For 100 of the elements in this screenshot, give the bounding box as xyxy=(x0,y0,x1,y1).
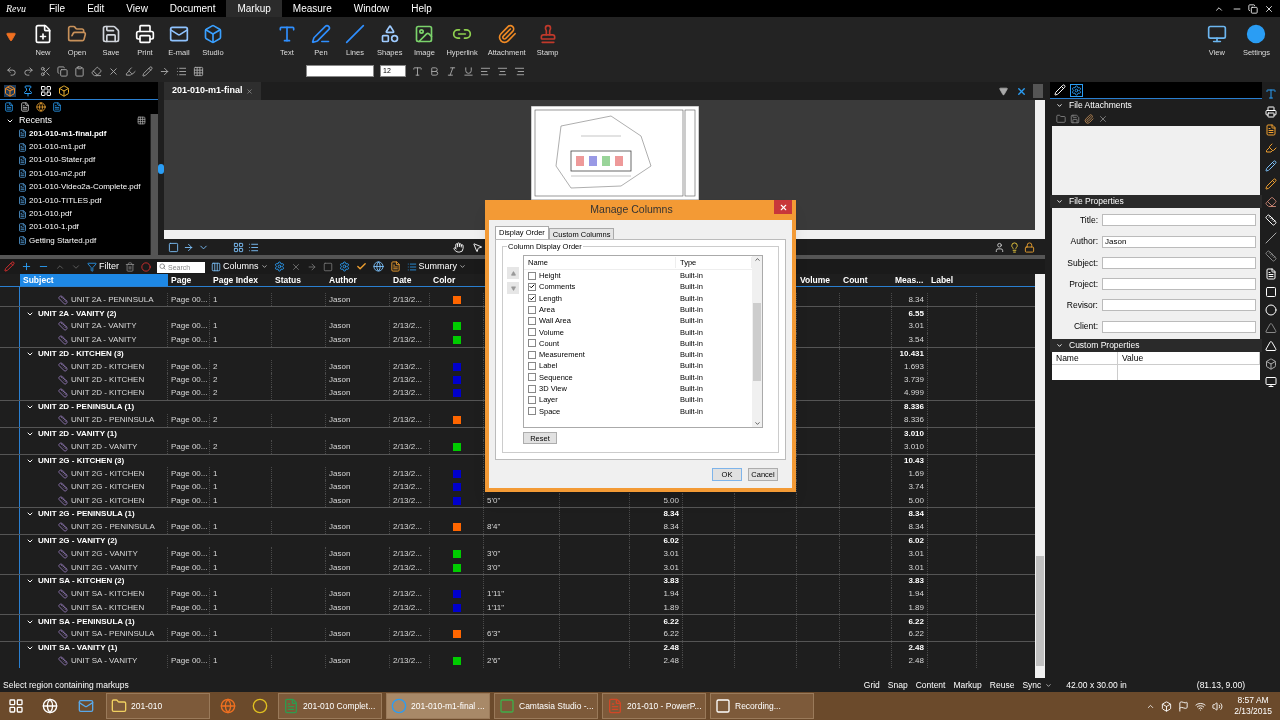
menu-item[interactable]: Help xyxy=(400,0,443,17)
value-cell: 1.94 xyxy=(663,588,679,601)
group-label: UNIT 2D - PENINSULA (1) xyxy=(38,401,135,414)
page-index-cell: 1 xyxy=(213,561,218,574)
subject-cell: UNIT 2A - VANITY xyxy=(71,320,137,333)
status-toggle[interactable]: Content xyxy=(911,678,950,692)
page-index-cell: 1 xyxy=(213,467,218,480)
author-cell: Jason xyxy=(329,414,351,427)
taskbar-button[interactable]: Recording... xyxy=(710,693,814,719)
measurement-cell: 3.010 xyxy=(903,428,924,441)
subject-cell: UNIT 2A - PENINSULA xyxy=(71,293,154,306)
column-header[interactable]: Date xyxy=(390,274,415,286)
length-cell: 8'4" xyxy=(487,521,501,534)
measurement-cell: 1.94 xyxy=(908,588,924,601)
date-cell: 2/13/2... xyxy=(393,588,422,601)
author-cell: Jason xyxy=(329,521,351,534)
author-cell: Jason xyxy=(329,387,351,400)
menu-item[interactable]: Document xyxy=(158,0,227,17)
subject-cell: UNIT 2G - KITCHEN xyxy=(71,467,145,480)
subject-cell: UNIT 2G - VANITY xyxy=(71,561,138,574)
field-label: Client: xyxy=(1072,320,1098,333)
recent-file[interactable]: 201-010.pdf xyxy=(29,208,72,221)
group-label: UNIT 2D - KITCHEN (3) xyxy=(38,347,124,360)
subject-cell: UNIT 2G - KITCHEN xyxy=(71,494,145,507)
taskbar-button[interactable]: 201-010 xyxy=(106,693,210,719)
measurement-cell: 8.336 xyxy=(903,414,924,427)
group-label: UNIT 2D - VANITY (1) xyxy=(38,428,117,441)
group-label: UNIT 2G - PENINSULA (1) xyxy=(38,508,135,521)
page-index-cell: 1 xyxy=(213,655,218,668)
group-label: UNIT 2A - VANITY (2) xyxy=(38,307,117,320)
menu-item[interactable]: View xyxy=(115,0,159,17)
page-index-cell: 1 xyxy=(213,333,218,346)
status-toggle[interactable]: Markup xyxy=(949,678,986,692)
measurement-cell: 5.00 xyxy=(908,494,924,507)
recent-file[interactable]: 201-010-m2.pdf xyxy=(29,167,86,180)
taskbar-button[interactable]: Camtasia Studio -... xyxy=(494,693,598,719)
section-title: File Attachments xyxy=(1069,98,1132,112)
recent-file[interactable]: 201-010-m1.pdf xyxy=(29,141,86,154)
group-label: UNIT 2G - KITCHEN (3) xyxy=(38,454,125,467)
recent-file[interactable]: 201-010-Video2a-Complete.pdf xyxy=(29,181,141,194)
field-label: Subject: xyxy=(1066,256,1098,270)
measurement-cell: 4.999 xyxy=(903,387,924,400)
column-header[interactable]: Author xyxy=(326,274,360,286)
menu-item[interactable]: Edit xyxy=(76,0,116,17)
value-cell: 3.83 xyxy=(663,575,679,588)
date-cell: 2/13/2... xyxy=(393,441,422,453)
field-label: Project: xyxy=(1068,277,1098,291)
column-header[interactable]: Count xyxy=(840,274,871,286)
recent-file[interactable]: Getting Started.pdf xyxy=(29,234,97,247)
recent-file[interactable]: 201-010-Stater.pdf xyxy=(29,154,96,167)
author-cell: Jason xyxy=(329,293,351,306)
measurement-cell: 10.431 xyxy=(899,347,924,360)
field-label: Title: xyxy=(1078,214,1098,227)
value-cell: 6.02 xyxy=(663,535,679,548)
status-toggle[interactable]: Snap xyxy=(883,678,912,692)
status-toggle[interactable]: Reuse xyxy=(985,678,1019,692)
author-cell: Jason xyxy=(329,628,351,641)
page-index-cell: 1 xyxy=(213,628,218,641)
column-header[interactable]: Subject xyxy=(20,274,168,286)
clock-date: 2/13/2015 xyxy=(1234,706,1272,717)
document-tab[interactable]: 201-010-m1-final xyxy=(164,82,261,100)
measurement-cell: 1.693 xyxy=(903,360,924,373)
column-header[interactable]: Page xyxy=(168,274,195,286)
columns-button[interactable]: Columns xyxy=(223,259,259,274)
summary-button[interactable]: Summary xyxy=(418,259,458,274)
measurement-cell: 8.34 xyxy=(908,293,924,306)
column-header[interactable]: Color xyxy=(430,274,459,286)
menu-item[interactable]: Markup xyxy=(226,0,282,17)
recent-file[interactable]: 201-010-m1-final.pdf xyxy=(29,127,107,140)
text-field[interactable]: Jason xyxy=(1102,235,1256,248)
taskbar-button[interactable]: 201-010 Complet... xyxy=(278,693,382,719)
page-index-cell: 1 xyxy=(213,481,218,494)
status-toggle[interactable]: Sync xyxy=(1018,678,1046,692)
measurement-cell: 3.01 xyxy=(908,320,924,333)
filter-button[interactable]: Filter xyxy=(99,259,119,274)
recent-file[interactable]: 201-010-1.pdf xyxy=(29,221,79,234)
date-cell: 2/13/2... xyxy=(393,333,422,346)
author-cell: Jason xyxy=(329,548,351,561)
status-toggle[interactable]: Grid xyxy=(859,678,884,692)
recent-file[interactable]: 201-010-TITLES.pdf xyxy=(29,194,102,207)
column-header[interactable]: Volume xyxy=(797,274,834,286)
column-header[interactable]: Value xyxy=(1118,352,1260,364)
column-header[interactable]: Meas... xyxy=(892,274,927,286)
page-cell: Page 00... xyxy=(171,293,208,306)
column-header[interactable]: Name xyxy=(1052,352,1118,364)
column-header[interactable]: Page Index xyxy=(210,274,261,286)
menu-item[interactable]: File xyxy=(38,0,77,17)
page-index-cell: 1 xyxy=(213,320,218,333)
column-header[interactable]: Label xyxy=(928,274,957,286)
date-cell: 2/13/2... xyxy=(393,601,422,614)
menu-item[interactable]: Window xyxy=(342,0,401,17)
taskbar-button[interactable]: 201-010 - PowerP... xyxy=(602,693,706,719)
dialog-title: Manage Columns xyxy=(589,202,674,218)
menu-item[interactable]: Measure xyxy=(281,0,343,17)
measurement-cell: 6.22 xyxy=(908,628,924,641)
page-index-cell: 1 xyxy=(213,601,218,614)
page-cell: Page 00... xyxy=(171,601,208,614)
length-cell: 5'0" xyxy=(487,494,501,507)
date-cell: 2/13/2... xyxy=(393,494,422,507)
column-header[interactable]: Status xyxy=(272,274,304,286)
